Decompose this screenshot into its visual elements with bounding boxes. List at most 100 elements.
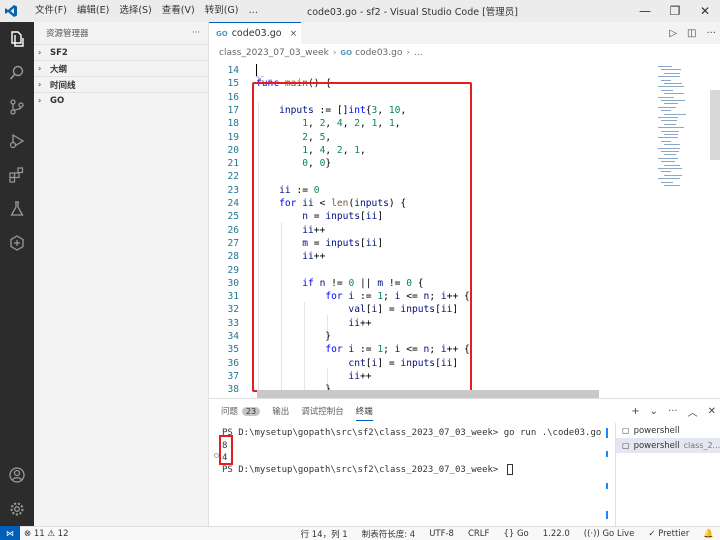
line-number: 20 bbox=[227, 144, 239, 156]
minimap-line bbox=[661, 120, 677, 122]
account-icon[interactable] bbox=[0, 458, 34, 492]
new-terminal-icon[interactable]: + bbox=[631, 406, 639, 417]
line-number: 18 bbox=[227, 118, 239, 130]
scrollbar-thumb[interactable] bbox=[710, 90, 720, 160]
menu-edit[interactable]: 编辑(E) bbox=[72, 0, 114, 22]
chevron-right-icon: › bbox=[38, 48, 42, 57]
line-number: 23 bbox=[227, 184, 239, 196]
minimap-line bbox=[658, 127, 684, 129]
cursor-position[interactable]: 行 14，列 1 bbox=[301, 528, 348, 540]
menu-more[interactable]: … bbox=[243, 0, 263, 22]
menu-view[interactable]: 查看(V) bbox=[157, 0, 200, 22]
code-editor[interactable]: 14 15 func main() {16 17 inputs := []int{3,… bbox=[209, 62, 654, 398]
minimize-button[interactable]: — bbox=[630, 4, 660, 18]
highlight-box-code bbox=[252, 82, 472, 392]
menu-file[interactable]: 文件(F) bbox=[30, 0, 72, 22]
horizontal-scrollbar[interactable] bbox=[257, 390, 599, 398]
section-sf2[interactable]: › SF2 bbox=[34, 44, 208, 60]
minimap-line bbox=[664, 185, 680, 186]
terminal-cursor bbox=[506, 464, 513, 475]
minimap-line bbox=[664, 93, 684, 95]
explorer-more-actions[interactable]: ··· bbox=[192, 28, 200, 38]
maximize-panel-icon[interactable]: ︿ bbox=[688, 404, 698, 419]
tab-output[interactable]: 输出 bbox=[272, 405, 289, 417]
tab-close-button[interactable]: × bbox=[290, 29, 298, 39]
explorer-title: 资源管理器 bbox=[46, 29, 89, 39]
minimap-line bbox=[664, 113, 686, 115]
minimap-line bbox=[658, 86, 684, 88]
tab-problems[interactable]: 问题 23 bbox=[221, 405, 261, 417]
vscode-logo-icon bbox=[0, 0, 22, 22]
breadcrumb-file[interactable]: code03.go bbox=[355, 48, 402, 58]
language-mode[interactable]: {} Go bbox=[503, 529, 528, 539]
highlight-box-output bbox=[219, 435, 233, 465]
tab-size[interactable]: 制表符长度: 4 bbox=[362, 528, 415, 540]
settings-gear-icon[interactable] bbox=[0, 492, 34, 526]
editor-vertical-scrollbar[interactable] bbox=[710, 62, 720, 398]
section-timeline[interactable]: › 时间线 bbox=[34, 76, 208, 92]
explorer-icon[interactable] bbox=[0, 22, 34, 56]
close-panel-icon[interactable]: ✕ bbox=[708, 406, 716, 417]
terminal-prompt-line: PS D:\mysetup\gopath\src\sf2\class_2023_… bbox=[222, 464, 513, 477]
menu-go[interactable]: 转到(G) bbox=[200, 0, 244, 22]
testing-icon[interactable] bbox=[0, 192, 34, 226]
run-file-icon[interactable]: ▷ bbox=[669, 28, 677, 39]
run-debug-icon[interactable] bbox=[0, 124, 34, 158]
minimap-line bbox=[661, 140, 671, 142]
prettier-status[interactable]: ✓ Prettier bbox=[648, 529, 689, 539]
section-outline[interactable]: › 大纲 bbox=[34, 60, 208, 76]
title-bar: 文件(F) 编辑(E) 选择(S) 查看(V) 转到(G) … code03.g… bbox=[0, 0, 720, 22]
section-go[interactable]: › GO bbox=[34, 92, 208, 108]
code-line[interactable]: 14 bbox=[209, 64, 654, 77]
terminal-scrollbar[interactable] bbox=[601, 423, 615, 527]
search-icon[interactable] bbox=[0, 56, 34, 90]
activity-bar bbox=[0, 22, 34, 526]
line-number: 32 bbox=[227, 304, 239, 316]
breadcrumb-symbol[interactable]: ... bbox=[414, 48, 423, 58]
minimap-line bbox=[664, 134, 678, 135]
line-number: 34 bbox=[227, 331, 239, 342]
terminal-item-powershell-active[interactable]: ▢ powershell class_2... bbox=[616, 438, 720, 453]
tab-terminal[interactable]: 终端 bbox=[355, 405, 373, 421]
terminal[interactable]: PS D:\mysetup\gopath\src\sf2\class_2023_… bbox=[209, 423, 601, 527]
minimap-line bbox=[664, 83, 682, 84]
minimap[interactable] bbox=[654, 62, 710, 398]
close-window-button[interactable]: ✕ bbox=[690, 4, 720, 18]
go-version[interactable]: 1.22.0 bbox=[543, 529, 570, 539]
line-number: 16 bbox=[227, 91, 239, 103]
end-of-line[interactable]: CRLF bbox=[468, 529, 489, 539]
minimap-line bbox=[661, 79, 671, 81]
minimap-line bbox=[658, 106, 676, 108]
maximize-button[interactable]: ❐ bbox=[660, 4, 690, 18]
terminal-dropdown-icon[interactable]: ⌄ bbox=[650, 406, 658, 417]
command-decoration-icon[interactable] bbox=[214, 453, 219, 458]
minimap-line bbox=[664, 154, 676, 156]
line-number: 31 bbox=[227, 291, 239, 303]
remote-explorer-icon[interactable] bbox=[0, 226, 34, 260]
line-number: 21 bbox=[227, 158, 239, 170]
notifications-bell-icon[interactable]: 🔔 bbox=[703, 529, 714, 539]
line-number: 29 bbox=[227, 264, 239, 276]
minimap-line bbox=[661, 151, 679, 152]
breadcrumb-folder[interactable]: class_2023_07_03_week bbox=[219, 48, 329, 58]
remote-indicator-icon[interactable]: ⋈ bbox=[0, 526, 20, 540]
go-file-icon: GO bbox=[216, 29, 228, 38]
source-control-icon[interactable] bbox=[0, 90, 34, 124]
menu-selection[interactable]: 选择(S) bbox=[114, 0, 156, 22]
chevron-right-icon: › bbox=[38, 96, 42, 105]
line-number: 17 bbox=[227, 104, 239, 116]
split-editor-icon[interactable]: ◫ bbox=[687, 28, 696, 39]
more-actions-icon[interactable]: ··· bbox=[706, 28, 716, 39]
tab-debug-console[interactable]: 调试控制台 bbox=[301, 405, 344, 417]
go-live-button[interactable]: ((·)) Go Live bbox=[584, 529, 635, 539]
minimap-line bbox=[658, 178, 680, 180]
minimap-line bbox=[664, 174, 682, 176]
terminal-item-powershell[interactable]: ▢ powershell bbox=[616, 423, 720, 438]
file-encoding[interactable]: UTF-8 bbox=[429, 529, 454, 539]
extensions-icon[interactable] bbox=[0, 158, 34, 192]
chevron-right-icon: › bbox=[406, 48, 410, 58]
tab-code03-go[interactable]: GO code03.go × bbox=[209, 22, 301, 44]
problems-count-badge: 23 bbox=[242, 407, 261, 416]
problems-indicator[interactable]: ⊗ 11 ⚠ 12 bbox=[24, 529, 68, 539]
more-actions-icon[interactable]: ··· bbox=[668, 406, 678, 417]
